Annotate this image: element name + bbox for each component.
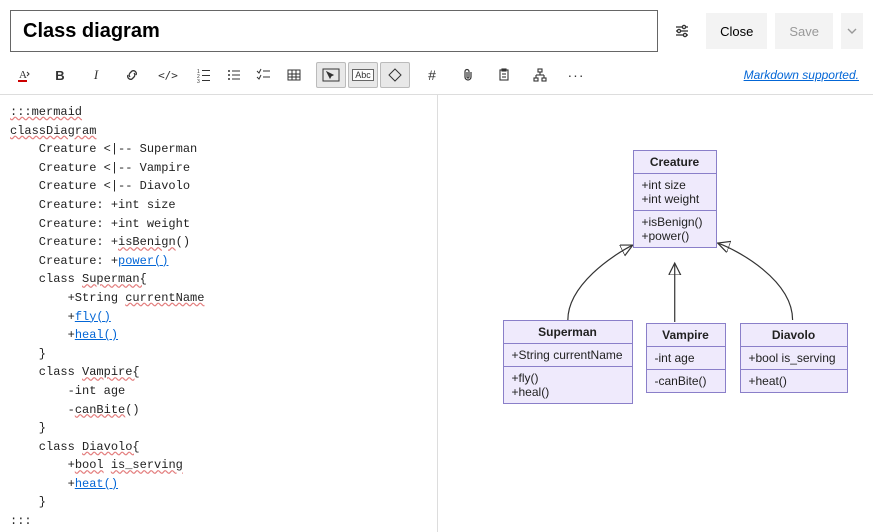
- clipboard-button[interactable]: [490, 62, 518, 88]
- table-button[interactable]: [280, 62, 308, 88]
- checklist-icon: [256, 67, 272, 83]
- class-creature: Creature +int size +int weight +isBenign…: [633, 150, 717, 248]
- text-color-icon: A: [16, 67, 32, 83]
- class-name: Creature: [634, 151, 716, 174]
- hash-button[interactable]: #: [418, 62, 446, 88]
- sliders-icon: [674, 23, 690, 39]
- class-attrs: +bool is_serving: [741, 347, 847, 370]
- class-attrs: +int size +int weight: [634, 174, 716, 211]
- bold-icon: B: [55, 68, 64, 83]
- chevron-down-icon: [847, 26, 857, 36]
- markdown-editor[interactable]: :::mermaid classDiagram Creature <|-- Su…: [0, 95, 437, 532]
- class-methods: -canBite(): [647, 370, 725, 392]
- bold-button[interactable]: B: [46, 62, 74, 88]
- class-vampire: Vampire -int age -canBite(): [646, 323, 726, 393]
- italic-icon: I: [94, 67, 98, 83]
- class-methods: +isBenign() +power(): [634, 211, 716, 247]
- table-icon: [286, 67, 302, 83]
- italic-button[interactable]: I: [82, 62, 110, 88]
- hash-icon: #: [428, 67, 436, 83]
- class-methods: +fly() +heal(): [504, 367, 632, 403]
- class-name: Diavolo: [741, 324, 847, 347]
- hierarchy-icon: [533, 68, 547, 82]
- unordered-list-icon: [226, 67, 242, 83]
- save-button[interactable]: Save: [775, 13, 833, 49]
- class-name: Vampire: [647, 324, 725, 347]
- unordered-list-button[interactable]: [220, 62, 248, 88]
- paperclip-icon: [461, 68, 475, 82]
- header-row: Close Save: [0, 0, 873, 58]
- class-methods: +heat(): [741, 370, 847, 392]
- select-mode-button[interactable]: [316, 62, 346, 88]
- class-attrs: +String currentName: [504, 344, 632, 367]
- class-diavolo: Diavolo +bool is_serving +heat(): [740, 323, 848, 393]
- svg-text:3: 3: [197, 79, 200, 83]
- abc-mode-button[interactable]: Abc: [348, 62, 378, 88]
- link-icon: [124, 67, 140, 83]
- attach-button[interactable]: [454, 62, 482, 88]
- save-dropdown-button[interactable]: [841, 13, 863, 49]
- clipboard-icon: [497, 68, 511, 82]
- diamond-icon: [388, 68, 402, 82]
- diamond-mode-button[interactable]: [380, 62, 410, 88]
- dots-icon: ···: [568, 67, 585, 83]
- code-icon: </>: [158, 69, 178, 82]
- more-button[interactable]: ···: [562, 62, 590, 88]
- split-view: :::mermaid classDiagram Creature <|-- Su…: [0, 95, 873, 532]
- svg-text:A: A: [19, 69, 27, 81]
- class-name: Superman: [504, 321, 632, 344]
- code-button[interactable]: </>: [154, 62, 182, 88]
- cursor-box-icon: [322, 68, 340, 82]
- ordered-list-icon: 123: [196, 67, 212, 83]
- diagram-preview: Creature +int size +int weight +isBenign…: [437, 95, 873, 532]
- checklist-button[interactable]: [250, 62, 278, 88]
- text-color-button[interactable]: A: [10, 62, 38, 88]
- link-button[interactable]: [118, 62, 146, 88]
- ordered-list-button[interactable]: 123: [190, 62, 218, 88]
- class-attrs: -int age: [647, 347, 725, 370]
- toolbar: A B I </> 123 Abc # ··· Markdown support…: [0, 58, 873, 95]
- settings-button[interactable]: [666, 13, 698, 49]
- title-input[interactable]: [10, 10, 658, 52]
- class-superman: Superman +String currentName +fly() +hea…: [503, 320, 633, 404]
- close-button[interactable]: Close: [706, 13, 767, 49]
- markdown-supported-link[interactable]: Markdown supported.: [744, 68, 863, 82]
- hierarchy-button[interactable]: [526, 62, 554, 88]
- abc-icon: Abc: [352, 69, 374, 81]
